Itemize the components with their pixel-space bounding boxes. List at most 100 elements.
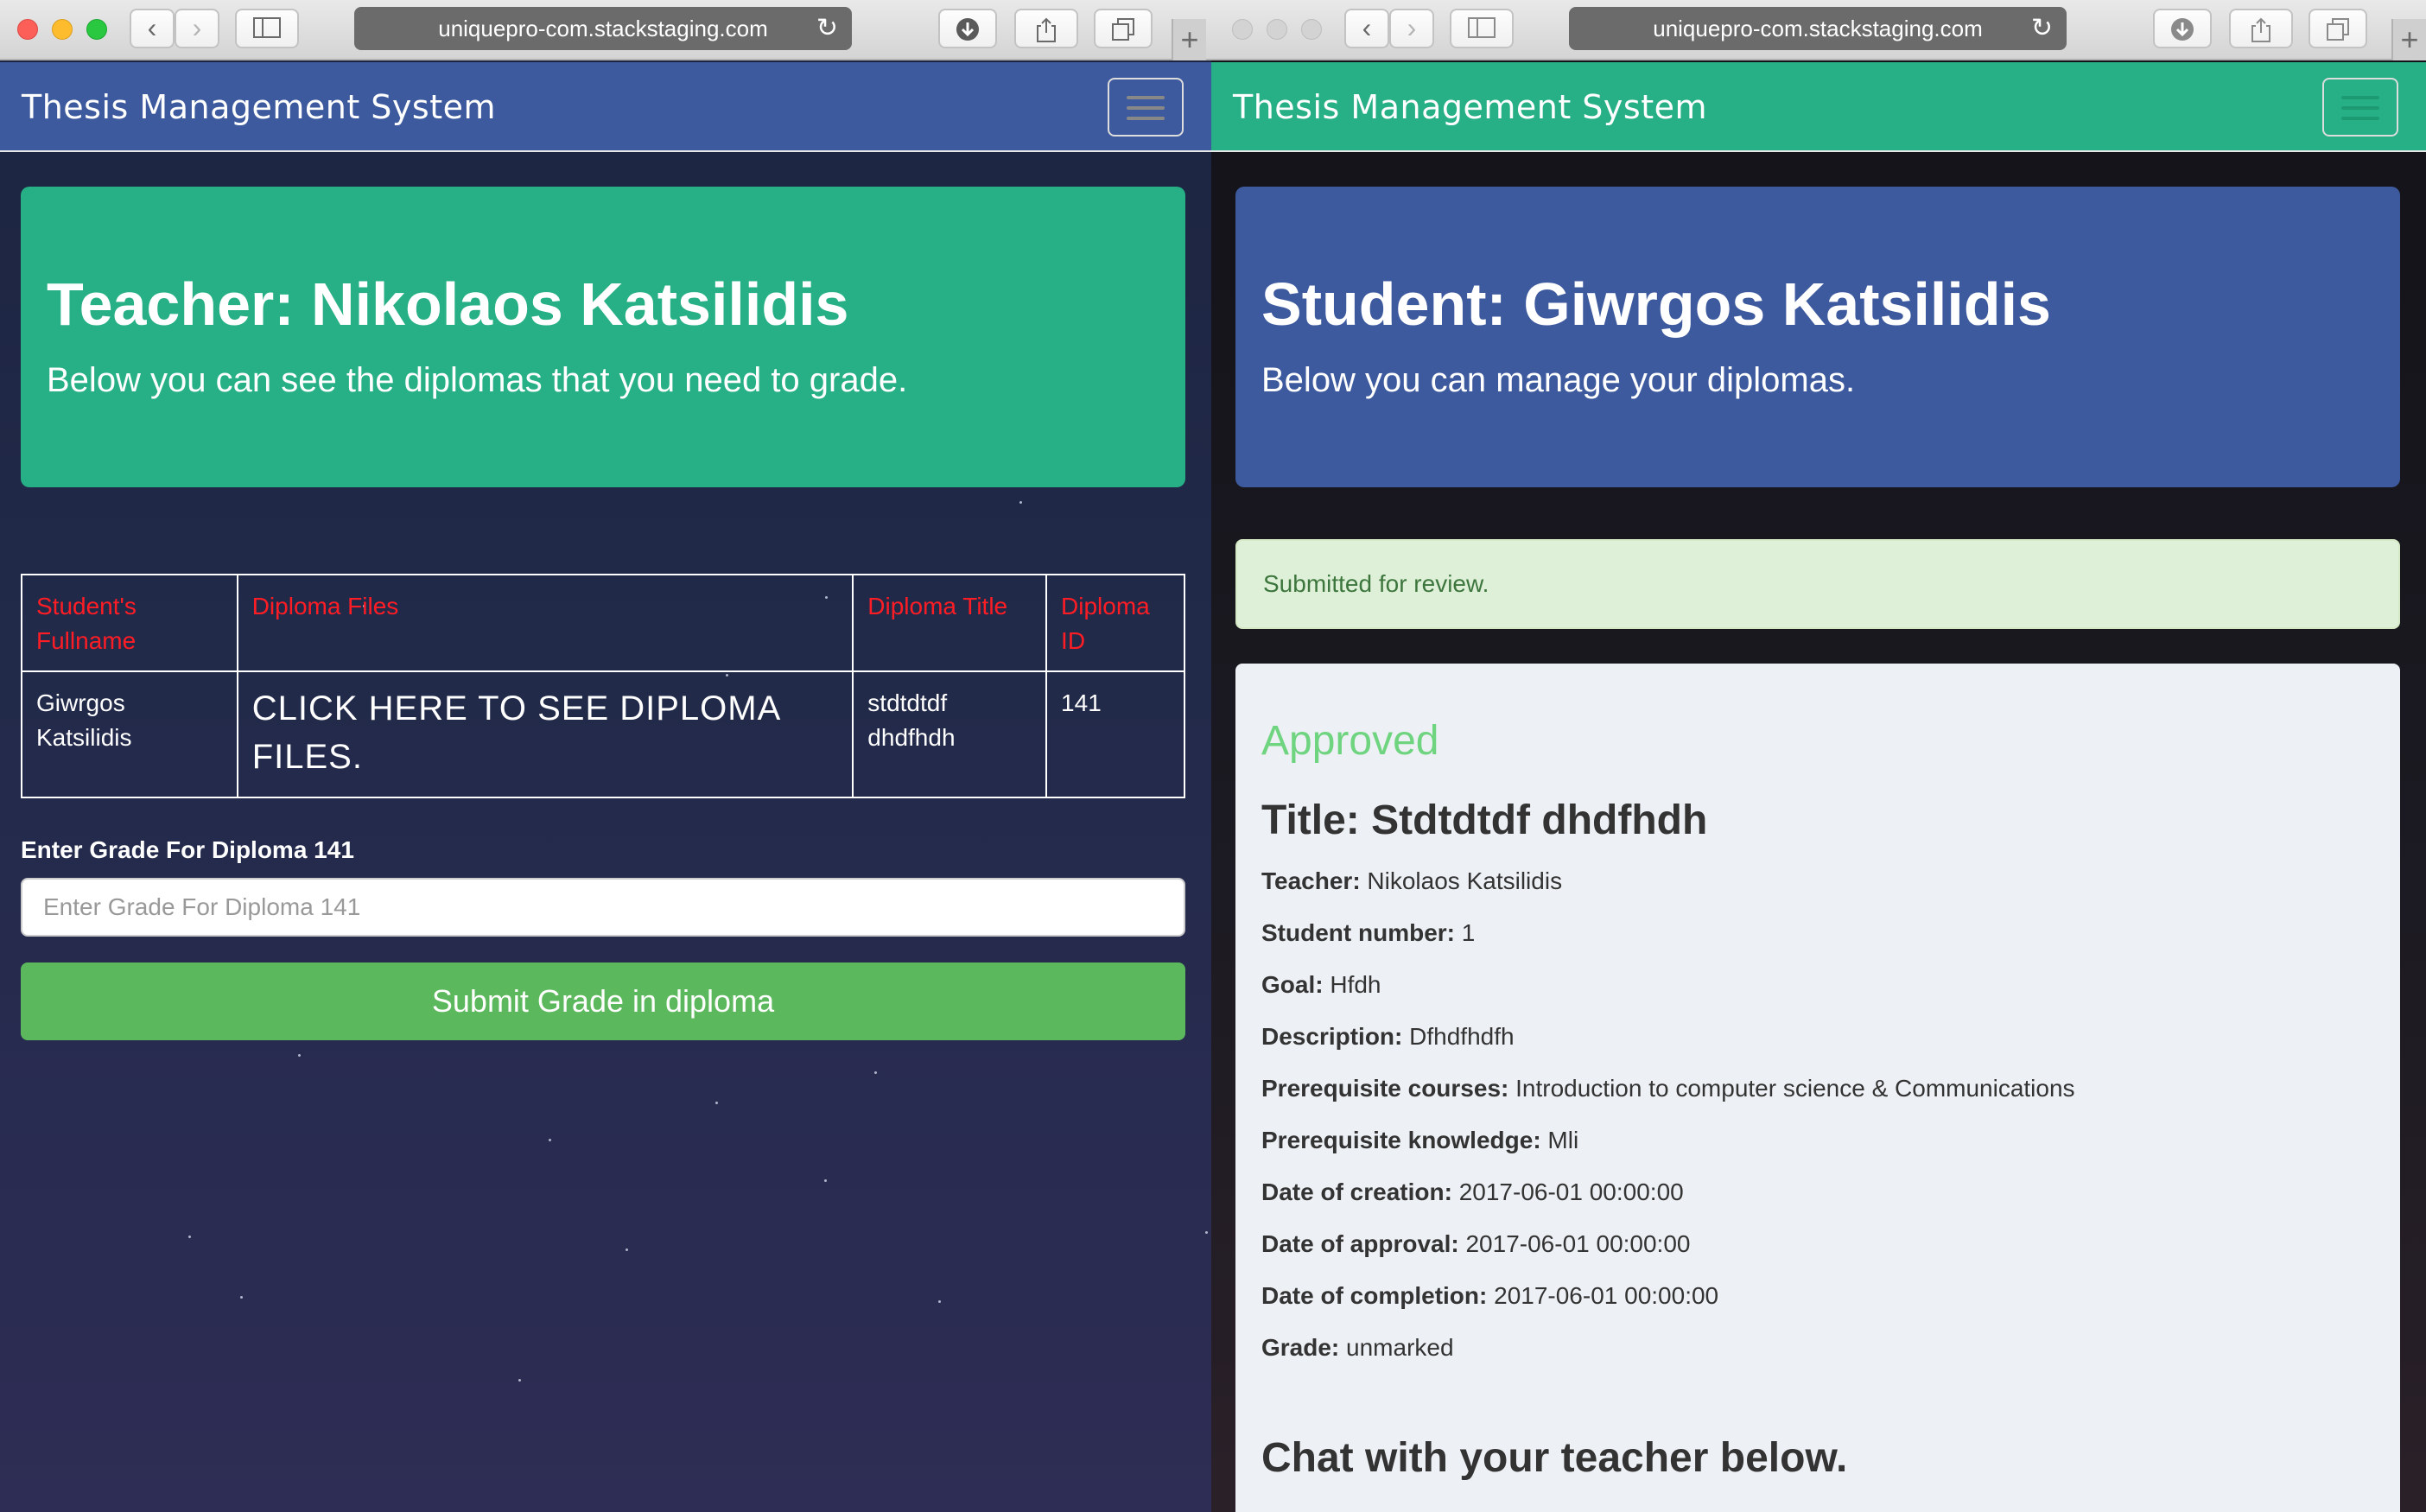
detail-value: Dfhdfhdfh bbox=[1409, 1023, 1515, 1050]
sidebar-button[interactable] bbox=[235, 9, 299, 48]
zoom-window-button[interactable] bbox=[86, 19, 107, 40]
sidebar-icon bbox=[1468, 17, 1496, 38]
detail-goal: Goal: Hfdh bbox=[1261, 971, 1381, 999]
detail-label: Goal: bbox=[1261, 971, 1324, 998]
detail-label: Student number: bbox=[1261, 919, 1455, 946]
student-jumbotron: Student: Giwrgos Katsilidis Below you ca… bbox=[1235, 187, 2400, 487]
detail-label: Prerequisite courses: bbox=[1261, 1075, 1509, 1102]
forward-button[interactable]: › bbox=[175, 9, 219, 48]
url-text: uniquepro-com.stackstaging.com bbox=[438, 16, 768, 41]
teacher-browser-window: ‹ › uniquepro-com.stackstaging.com ↻ + T… bbox=[0, 0, 1211, 1512]
downloads-button[interactable] bbox=[938, 9, 997, 48]
detail-grade: Grade: unmarked bbox=[1261, 1334, 1454, 1362]
diploma-files-link[interactable]: CLICK HERE TO SEE DIPLOMA FILES. bbox=[236, 670, 854, 798]
address-bar[interactable]: uniquepro-com.stackstaging.com ↻ bbox=[1569, 7, 2067, 50]
new-tab-button[interactable]: + bbox=[1172, 19, 1206, 60]
detail-description: Description: Dfhdfhdfh bbox=[1261, 1023, 1515, 1051]
detail-label: Teacher: bbox=[1261, 867, 1361, 894]
browser-toolbar: ‹ › uniquepro-com.stackstaging.com ↻ + bbox=[0, 0, 1211, 60]
detail-label: Date of completion: bbox=[1261, 1282, 1488, 1309]
detail-date-of-completion: Date of completion: 2017-06-01 00:00:00 bbox=[1261, 1282, 1718, 1310]
table-row: Giwrgos Katsilidis CLICK HERE TO SEE DIP… bbox=[21, 670, 1185, 798]
detail-value: 2017-06-01 00:00:00 bbox=[1458, 1178, 1684, 1205]
forward-icon: › bbox=[1407, 12, 1417, 43]
cell-diploma-id: 141 bbox=[1045, 670, 1185, 798]
back-icon: ‹ bbox=[147, 12, 157, 43]
new-tab-icon: + bbox=[1180, 22, 1199, 57]
student-browser-window: ‹ › uniquepro-com.stackstaging.com ↻ + T… bbox=[1211, 0, 2426, 1512]
detail-teacher: Teacher: Nikolaos Katsilidis bbox=[1261, 867, 1562, 895]
zoom-window-button[interactable] bbox=[1301, 19, 1322, 40]
forward-button[interactable]: › bbox=[1389, 9, 1434, 48]
grade-label: Enter Grade For Diploma 141 bbox=[21, 836, 354, 863]
navbar-toggle-button[interactable] bbox=[2322, 78, 2398, 137]
detail-label: Grade: bbox=[1261, 1334, 1340, 1361]
close-window-button[interactable] bbox=[1232, 19, 1253, 40]
back-button[interactable]: ‹ bbox=[1344, 9, 1389, 48]
grade-input[interactable] bbox=[21, 878, 1185, 937]
detail-value: Hfdh bbox=[1330, 971, 1381, 998]
download-icon bbox=[2171, 18, 2194, 41]
navbar-toggle-button[interactable] bbox=[1108, 78, 1184, 137]
detail-value: 1 bbox=[1461, 919, 1476, 946]
navbar: Thesis Management System bbox=[0, 62, 1211, 152]
minimize-window-button[interactable] bbox=[52, 19, 73, 40]
detail-date-of-approval: Date of approval: 2017-06-01 00:00:00 bbox=[1261, 1230, 1690, 1258]
tabs-overview-button[interactable] bbox=[2309, 9, 2367, 48]
reload-icon[interactable]: ↻ bbox=[816, 7, 838, 50]
detail-value: 2017-06-01 00:00:00 bbox=[1494, 1282, 1719, 1309]
tabs-overview-button[interactable] bbox=[1094, 9, 1153, 48]
header-diploma-files: Diploma Files bbox=[236, 574, 854, 672]
detail-prerequisite-knowledge: Prerequisite knowledge: Mli bbox=[1261, 1127, 1578, 1154]
detail-prerequisite-courses: Prerequisite courses: Introduction to co… bbox=[1261, 1075, 2075, 1102]
detail-label: Prerequisite knowledge: bbox=[1261, 1127, 1541, 1153]
brand-title[interactable]: Thesis Management System bbox=[1233, 62, 1707, 152]
detail-value: Nikolaos Katsilidis bbox=[1367, 867, 1563, 894]
detail-student-number: Student number: 1 bbox=[1261, 919, 1475, 947]
detail-value: Mli bbox=[1547, 1127, 1579, 1153]
close-window-button[interactable] bbox=[17, 19, 38, 40]
share-button[interactable] bbox=[1014, 9, 1078, 48]
page-heading: Student: Giwrgos Katsilidis bbox=[1261, 270, 2051, 338]
diploma-card: Approved Title: Stdtdtdf dhdfhdh Teacher… bbox=[1235, 664, 2400, 1512]
detail-date-of-creation: Date of creation: 2017-06-01 00:00:00 bbox=[1261, 1178, 1684, 1206]
sidebar-icon bbox=[253, 17, 281, 38]
detail-label: Date of creation: bbox=[1261, 1178, 1452, 1205]
reload-icon[interactable]: ↻ bbox=[2031, 7, 2053, 50]
diplomas-table: Student's Fullname Diploma Files Diploma… bbox=[21, 574, 1185, 798]
brand-title[interactable]: Thesis Management System bbox=[22, 62, 496, 152]
diploma-title: Title: Stdtdtdf dhdfhdh bbox=[1261, 797, 1708, 843]
new-tab-button[interactable]: + bbox=[2391, 19, 2426, 60]
submit-grade-button[interactable]: Submit Grade in diploma bbox=[21, 962, 1185, 1040]
tabs-icon bbox=[1112, 18, 1134, 41]
navbar: Thesis Management System bbox=[1211, 62, 2426, 152]
page-subheading: Below you can see the diplomas that you … bbox=[47, 361, 908, 399]
back-icon: ‹ bbox=[1362, 12, 1372, 43]
minimize-window-button[interactable] bbox=[1267, 19, 1287, 40]
teacher-jumbotron: Teacher: Nikolaos Katsilidis Below you c… bbox=[21, 187, 1185, 487]
header-diploma-id: Diploma ID bbox=[1045, 574, 1185, 672]
forward-icon: › bbox=[192, 12, 202, 43]
cell-student-fullname: Giwrgos Katsilidis bbox=[21, 670, 238, 798]
browser-toolbar: ‹ › uniquepro-com.stackstaging.com ↻ + bbox=[1211, 0, 2426, 60]
downloads-button[interactable] bbox=[2153, 9, 2212, 48]
url-text: uniquepro-com.stackstaging.com bbox=[1653, 16, 1983, 41]
tabs-icon bbox=[2327, 18, 2349, 41]
status-badge: Approved bbox=[1261, 718, 1439, 764]
new-tab-icon: + bbox=[2400, 22, 2419, 57]
share-icon bbox=[2251, 17, 2270, 42]
detail-value: unmarked bbox=[1346, 1334, 1454, 1361]
cell-diploma-title: stdtdtdf dhdfhdh bbox=[852, 670, 1048, 798]
status-alert: Submitted for review. bbox=[1235, 539, 2400, 629]
chat-heading: Chat with your teacher below. bbox=[1261, 1435, 1848, 1481]
page-heading: Teacher: Nikolaos Katsilidis bbox=[47, 270, 849, 338]
share-button[interactable] bbox=[2229, 9, 2293, 48]
header-diploma-title: Diploma Title bbox=[852, 574, 1048, 672]
address-bar[interactable]: uniquepro-com.stackstaging.com ↻ bbox=[354, 7, 852, 50]
detail-value: 2017-06-01 00:00:00 bbox=[1465, 1230, 1691, 1257]
back-button[interactable]: ‹ bbox=[130, 9, 175, 48]
header-student-fullname: Student's Fullname bbox=[21, 574, 238, 672]
detail-value: Introduction to computer science & Commu… bbox=[1515, 1075, 2075, 1102]
detail-label: Description: bbox=[1261, 1023, 1403, 1050]
sidebar-button[interactable] bbox=[1450, 9, 1514, 48]
